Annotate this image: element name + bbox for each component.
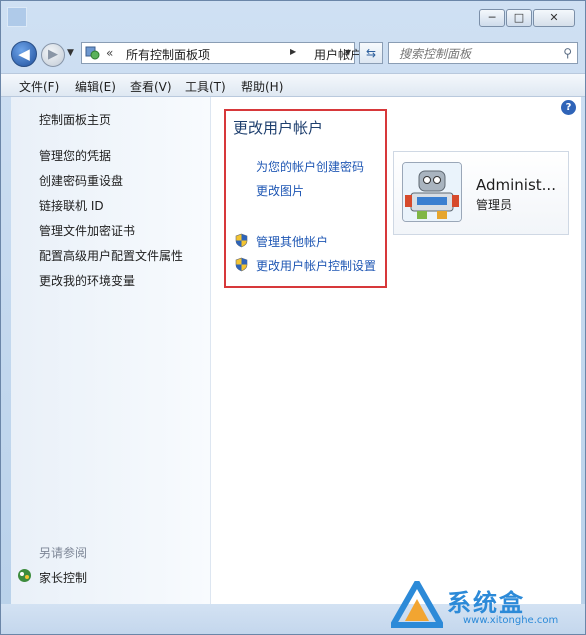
search-input[interactable] <box>397 44 551 64</box>
user-role: 管理员 <box>476 198 513 212</box>
menu-bar: 文件(F) 编辑(E) 查看(V) 工具(T) 帮助(H) <box>1 73 585 97</box>
minimize-button[interactable]: ─ <box>479 9 505 27</box>
watermark-title: 系统盒 <box>447 589 525 617</box>
sidebar-item-link-online-id[interactable]: 链接联机 ID <box>39 197 104 214</box>
breadcrumb-overflow[interactable]: « <box>106 46 113 60</box>
watermark-logo-icon <box>387 576 447 628</box>
forward-arrow-icon[interactable]: ▶ <box>41 43 65 67</box>
task-pane: 控制面板主页 管理您的凭据 创建密码重设盘 链接联机 ID 管理文件加密证书 配… <box>11 97 211 604</box>
menu-help[interactable]: 帮助(H) <box>241 78 283 95</box>
page-title: 更改用户帐户 <box>233 119 324 137</box>
menu-view[interactable]: 查看(V) <box>130 78 172 95</box>
window: ─ □ ✕ ◀ ▶ ▼ « 所有控制面板项 ▶ 用户帐户 ▼ ⇆ ⚲ 文件(F)… <box>0 0 586 635</box>
navigation-bar: ◀ ▶ ▼ « 所有控制面板项 ▶ 用户帐户 ▼ ⇆ ⚲ <box>1 39 585 69</box>
help-icon[interactable]: ? <box>561 100 576 115</box>
menu-file[interactable]: 文件(F) <box>19 78 59 95</box>
title-bar[interactable]: ─ □ ✕ <box>1 1 585 35</box>
address-bar[interactable]: « 所有控制面板项 ▶ 用户帐户 ▼ <box>81 42 362 64</box>
sidebar-item-password-reset-disk[interactable]: 创建密码重设盘 <box>39 172 123 189</box>
maximize-button[interactable]: □ <box>506 9 532 27</box>
user-name: Administ... <box>476 176 556 194</box>
sidebar-item-parental-controls[interactable]: 家长控制 <box>39 569 87 586</box>
refresh-button[interactable]: ⇆ <box>359 42 383 64</box>
control-panel-icon <box>85 45 100 60</box>
app-icon <box>7 7 27 27</box>
refresh-icon: ⇆ <box>365 46 377 60</box>
breadcrumb-all-control-panel-items[interactable]: 所有控制面板项 <box>126 46 210 63</box>
breadcrumb-user-accounts[interactable]: 用户帐户 <box>314 46 362 63</box>
sidebar-item-file-encryption-certificates[interactable]: 管理文件加密证书 <box>39 222 135 239</box>
uac-settings-link[interactable]: 更改用户帐户控制设置 <box>256 257 376 274</box>
manage-other-accounts-link[interactable]: 管理其他帐户 <box>256 233 328 250</box>
breadcrumb-separator-icon[interactable]: ▶ <box>290 47 296 56</box>
create-password-link[interactable]: 为您的帐户创建密码 <box>256 158 364 175</box>
back-arrow-icon[interactable]: ◀ <box>11 41 37 67</box>
sidebar-item-environment-variables[interactable]: 更改我的环境变量 <box>39 272 135 289</box>
sidebar-item-control-panel-home[interactable]: 控制面板主页 <box>39 111 111 128</box>
robot-avatar-icon <box>403 163 461 221</box>
recent-pages-dropdown-icon[interactable]: ▼ <box>67 48 74 58</box>
close-button[interactable]: ✕ <box>533 9 575 27</box>
menu-edit[interactable]: 编辑(E) <box>75 78 116 95</box>
watermark-url: www.xitonghe.com <box>463 615 559 626</box>
search-icon[interactable]: ⚲ <box>563 46 572 60</box>
watermark-logo: 系统盒 www.xitonghe.com <box>387 576 581 631</box>
sidebar-item-manage-credentials[interactable]: 管理您的凭据 <box>39 147 111 164</box>
uac-shield-icon <box>235 233 248 248</box>
avatar[interactable] <box>402 162 462 222</box>
sidebar-item-advanced-profile-properties[interactable]: 配置高级用户配置文件属性 <box>39 247 183 264</box>
content-area: 控制面板主页 管理您的凭据 创建密码重设盘 链接联机 ID 管理文件加密证书 配… <box>11 97 581 604</box>
parental-controls-icon <box>18 569 31 582</box>
uac-shield-icon <box>235 257 248 272</box>
change-picture-link[interactable]: 更改图片 <box>256 182 304 199</box>
address-dropdown-icon[interactable]: ▼ <box>345 48 351 57</box>
menu-tools[interactable]: 工具(T) <box>185 78 226 95</box>
see-also-heading: 另请参阅 <box>39 546 88 560</box>
search-box[interactable]: ⚲ <box>388 42 578 64</box>
user-account-card: Administ... 管理员 <box>393 151 569 235</box>
